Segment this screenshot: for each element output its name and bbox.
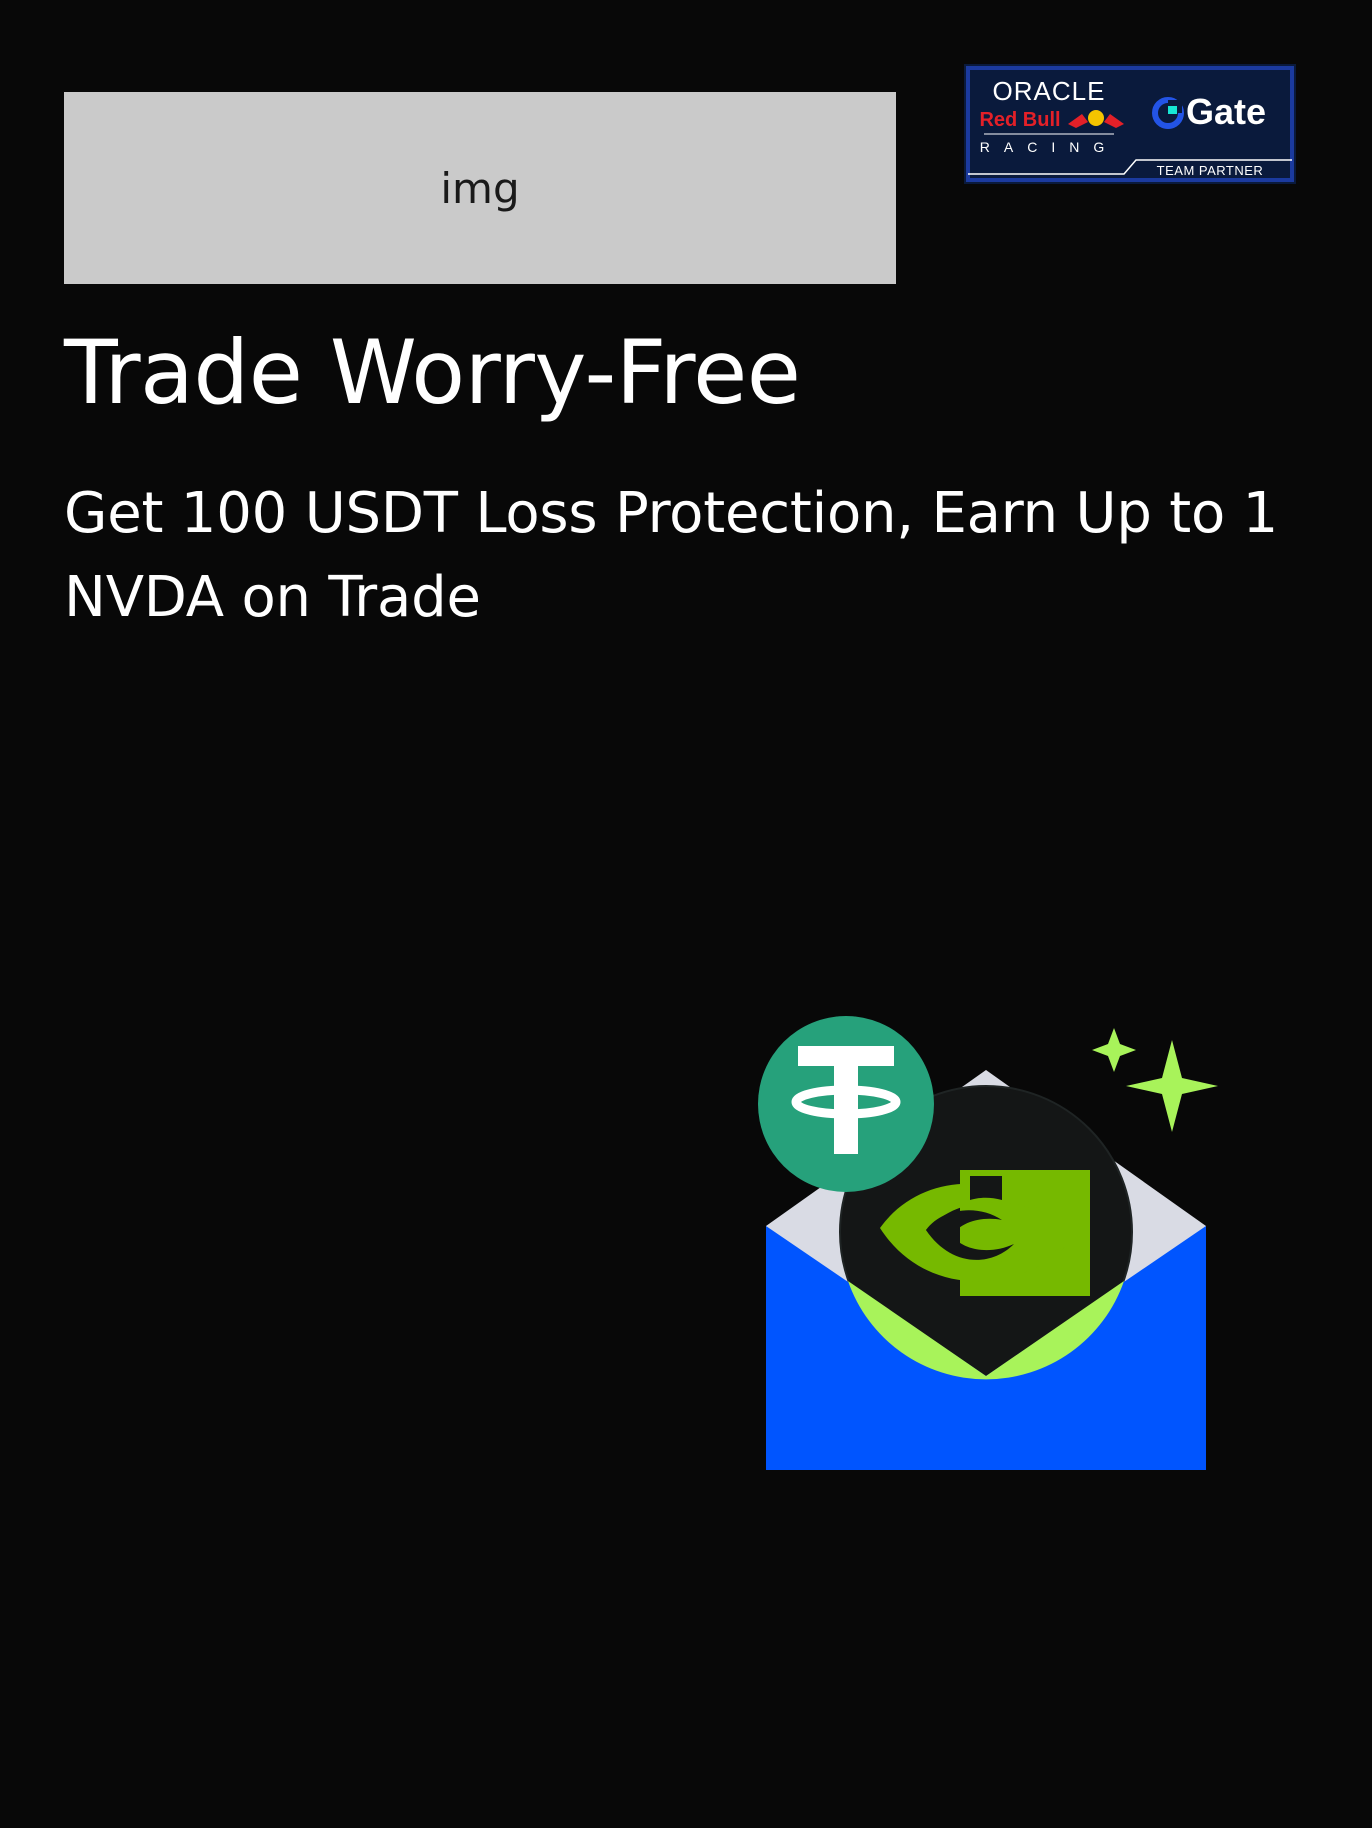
promo-subheadline: Get 100 USDT Loss Protection, Earn Up to… [64,481,1279,630]
oracle-redbull-gate-partner-logo: ORACLE Red Bull RACING Gate TEAM PARTNER [964,64,1296,184]
redbull-text: Red Bull [979,109,1060,131]
racing-text: RACING [980,139,1118,155]
oracle-text: ORACLE [993,76,1106,106]
team-partner-text: TEAM PARTNER [1157,163,1264,178]
sparkle-icon [1092,1028,1218,1132]
promo-headline: Trade Worry-Free [64,321,801,424]
hero-illustration [758,1016,1218,1470]
gate-text: Gate [1186,91,1266,132]
image-placeholder-label: img [440,163,520,213]
image-placeholder: img [64,92,896,284]
